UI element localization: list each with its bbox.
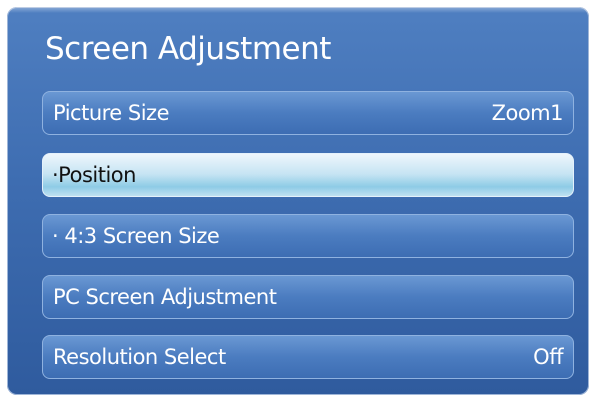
menu-item-label: · 4:3 Screen Size (52, 224, 220, 248)
menu-item-label: Picture Size (53, 101, 170, 125)
menu-item-label: Resolution Select (53, 345, 226, 369)
screen-adjustment-menu: Screen Adjustment Picture Size Zoom1 ·Po… (7, 7, 589, 395)
menu-item-value: Off (533, 345, 563, 369)
menu-item-resolution-select[interactable]: Resolution Select Off (42, 335, 574, 379)
menu-item-value: Zoom1 (491, 101, 564, 125)
menu-item-pc-screen-adjustment[interactable]: PC Screen Adjustment (42, 275, 574, 319)
menu-item-4-3-screen-size[interactable]: · 4:3 Screen Size (42, 214, 574, 258)
menu-item-label: PC Screen Adjustment (53, 285, 277, 309)
menu-title: Screen Adjustment (45, 31, 331, 67)
menu-item-label: ·Position (52, 163, 136, 187)
menu-item-picture-size[interactable]: Picture Size Zoom1 (42, 91, 574, 135)
menu-item-position[interactable]: ·Position (42, 153, 574, 197)
